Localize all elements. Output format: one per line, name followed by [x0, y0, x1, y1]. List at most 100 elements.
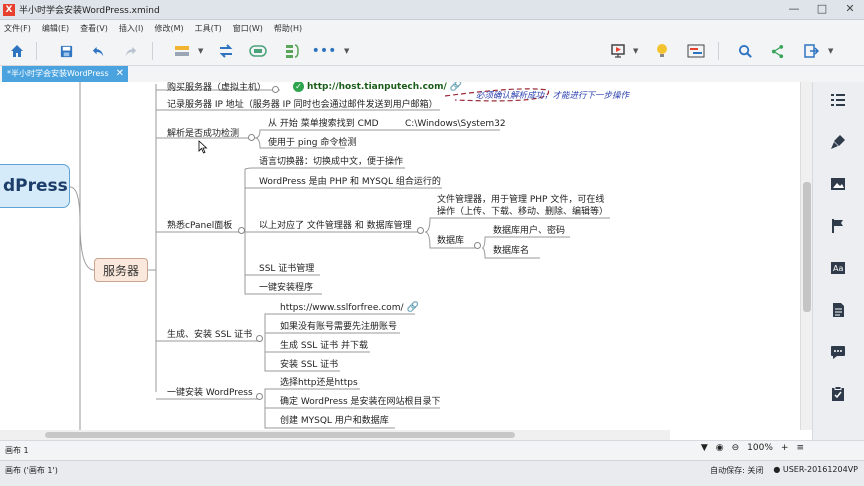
- summary-icon[interactable]: [282, 41, 302, 61]
- horizontal-scrollbar-thumb[interactable]: [45, 432, 515, 438]
- vertical-scrollbar[interactable]: [800, 82, 812, 430]
- text-style-icon[interactable]: Aa: [827, 258, 849, 278]
- topic-db-name-label: 数据库名: [493, 246, 530, 256]
- tab-document-label: *半小时学会安装WordPress: [7, 69, 109, 78]
- topic-create-mysql[interactable]: 创建 MYSQL 用户和数据库: [280, 415, 389, 427]
- sheet-bar: 画布 1 ▼ ◉ ⊖ 100% + ≡: [0, 440, 864, 460]
- topic-install-wp-label: 一键安装 WordPress: [167, 388, 253, 398]
- topic-cpanel[interactable]: 熟悉cPanel面板: [167, 220, 232, 232]
- topic-from-start[interactable]: 从 开始 菜单搜索找到 CMD: [268, 118, 379, 130]
- status-autosave[interactable]: 自动保存: 关闭: [710, 465, 763, 476]
- zoom-in-icon[interactable]: +: [781, 443, 789, 453]
- annotation-note: 必须确认解析成功，才能进行下一步操作: [476, 91, 630, 101]
- eye-icon[interactable]: ◉: [716, 443, 724, 453]
- menu-lines-icon[interactable]: ≡: [796, 443, 804, 453]
- search-icon[interactable]: [735, 41, 755, 61]
- flag-marker-icon[interactable]: [827, 216, 849, 236]
- redo-icon[interactable]: [120, 41, 140, 61]
- topic-wp-php[interactable]: WordPress 是由 PHP 和 MYSQL 组合运行的: [259, 176, 441, 188]
- topic-lang-switch[interactable]: 语言切换器：切换成中文，便于操作: [259, 156, 403, 168]
- menu-window[interactable]: 窗口(W): [233, 23, 263, 34]
- mouse-cursor-icon: [198, 140, 208, 154]
- mindmap-canvas[interactable]: dPress 服务器 购买服务器（虚拟主机） ✓ http://host.tian…: [0, 82, 800, 430]
- format-brush-icon[interactable]: [827, 132, 849, 152]
- zoom-controls: ▼ ◉ ⊖ 100% + ≡: [701, 443, 804, 453]
- topic-use-ping[interactable]: 使用于 ping 命令检测: [268, 137, 356, 149]
- topic-check-resolve[interactable]: 解析是否成功检测: [167, 128, 239, 140]
- export-icon[interactable]: [801, 41, 821, 61]
- topic-file-db[interactable]: 以上对应了 文件管理器 和 数据库管理: [259, 220, 412, 232]
- topic-ssl-manage-label: SSL 证书管理: [259, 264, 315, 274]
- topic-install-wp[interactable]: 一键安装 WordPress: [167, 387, 253, 399]
- central-topic[interactable]: dPress: [0, 164, 70, 208]
- notes-icon[interactable]: [827, 300, 849, 320]
- topic-gen-ssl[interactable]: 生成、安装 SSL 证书: [167, 329, 252, 341]
- close-icon[interactable]: ✕: [842, 2, 858, 16]
- comment-icon[interactable]: [827, 342, 849, 362]
- menu-modify[interactable]: 修改(M): [154, 23, 183, 34]
- topic-need-register[interactable]: 如果没有账号需要先注册账号: [280, 321, 397, 333]
- menu-bar: 文件(F) 编辑(E) 查看(V) 插入(I) 修改(M) 工具(T) 窗口(W…: [0, 20, 864, 36]
- zoom-out-icon[interactable]: ⊖: [732, 443, 740, 453]
- idea-icon[interactable]: [652, 41, 672, 61]
- topic-check-resolve-label: 解析是否成功检测: [167, 129, 240, 139]
- sheet-tab-1[interactable]: 画布 1: [5, 445, 29, 456]
- hyperlink-icon[interactable]: 🔗: [407, 302, 419, 313]
- topic-create-mysql-label: 创建 MYSQL 用户和数据库: [280, 416, 389, 426]
- tab-document[interactable]: *半小时学会安装WordPress ✕: [2, 66, 128, 82]
- topic-file-manager[interactable]: 文件管理器，用于管理 PHP 文件，可在线 操作（上传、下载、移动、删除、编辑等…: [437, 194, 608, 218]
- branch-server-label: 服务器: [102, 263, 139, 278]
- task-icon[interactable]: [827, 384, 849, 404]
- boundary-icon[interactable]: [248, 41, 268, 61]
- topic-db-name[interactable]: 数据库名: [493, 245, 529, 257]
- outline-icon[interactable]: [827, 90, 849, 110]
- topic-one-click[interactable]: 一键安装程序: [259, 282, 313, 294]
- home-icon[interactable]: [7, 41, 27, 61]
- topic-cpanel-label: 熟悉cPanel面板: [167, 221, 233, 231]
- relationship-icon[interactable]: [216, 41, 236, 61]
- topic-cmd-path[interactable]: C:\Windows\System32: [405, 118, 506, 130]
- topic-confirm-dir[interactable]: 确定 WordPress 是安装在网站根目录下: [280, 396, 441, 408]
- presentation-icon[interactable]: [608, 41, 628, 61]
- topic-install-ssl[interactable]: 安装 SSL 证书: [280, 359, 338, 371]
- topic-record-ip[interactable]: 记录服务器 IP 地址（服务器 IP 同时也会通过邮件发送到用户邮箱）: [167, 99, 438, 111]
- menu-insert[interactable]: 插入(I): [119, 23, 144, 34]
- topic-buy-server[interactable]: 购买服务器（虚拟主机）: [167, 82, 266, 94]
- topic-need-register-label: 如果没有账号需要先注册账号: [280, 322, 398, 332]
- maximize-icon[interactable]: □: [814, 2, 830, 16]
- topic-choose-http[interactable]: 选择http还是https: [280, 377, 358, 389]
- topic-database[interactable]: 数据库: [437, 235, 464, 247]
- topic-database-label: 数据库: [437, 236, 465, 246]
- image-icon[interactable]: [827, 174, 849, 194]
- topic-ssl-url[interactable]: https://www.sslforfree.com/🔗: [280, 302, 419, 314]
- minimize-icon[interactable]: —: [786, 2, 802, 16]
- status-right: 自动保存: 关闭 ● USER-20161204VP: [710, 465, 858, 476]
- undo-icon[interactable]: [88, 41, 108, 61]
- buy-server-url-text: http://host.tianputech.com/: [307, 82, 447, 92]
- filter-icon[interactable]: ▼: [701, 443, 708, 453]
- mindmap-connectors: [69, 82, 610, 430]
- menu-file[interactable]: 文件(F): [4, 23, 31, 34]
- menu-view[interactable]: 查看(V): [80, 23, 108, 34]
- topic-icon[interactable]: [172, 41, 192, 61]
- tab-close-icon[interactable]: ✕: [116, 66, 124, 82]
- save-icon[interactable]: [56, 41, 76, 61]
- horizontal-scrollbar[interactable]: [0, 430, 670, 440]
- hyperlink-icon[interactable]: 🔗: [450, 82, 462, 92]
- topic-gen-download[interactable]: 生成 SSL 证书 并下载: [280, 340, 368, 352]
- menu-help[interactable]: 帮助(H): [274, 23, 302, 34]
- topic-ssl-manage[interactable]: SSL 证书管理: [259, 263, 314, 275]
- zoom-level[interactable]: 100%: [747, 443, 773, 453]
- topic-ssl-url-label: https://www.sslforfree.com/: [280, 303, 404, 313]
- share-icon[interactable]: [767, 41, 787, 61]
- gantt-icon[interactable]: [686, 41, 706, 61]
- more-icon[interactable]: •••: [312, 41, 337, 61]
- vertical-scrollbar-thumb[interactable]: [803, 182, 811, 312]
- menu-edit[interactable]: 编辑(E): [42, 23, 69, 34]
- topic-file-manager-line1: 文件管理器，用于管理 PHP 文件，可在线: [437, 195, 605, 205]
- menu-tools[interactable]: 工具(T): [195, 23, 222, 34]
- topic-buy-server-url[interactable]: ✓ http://host.tianputech.com/🔗: [293, 82, 462, 93]
- branch-server[interactable]: 服务器: [94, 258, 148, 282]
- xmind-logo-icon: X: [3, 3, 15, 16]
- topic-db-user[interactable]: 数据库用户、密码: [493, 225, 565, 237]
